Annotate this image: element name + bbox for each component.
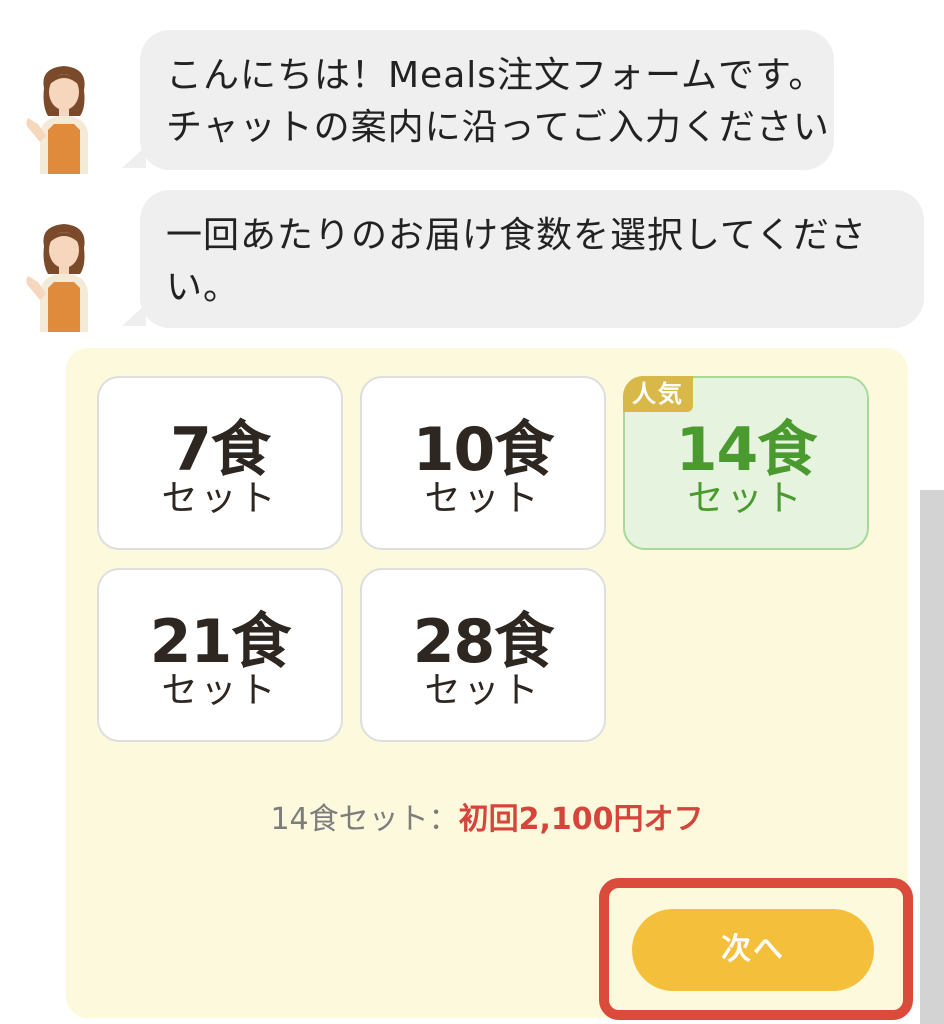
bubble-tail: [122, 304, 146, 326]
option-unit: セット: [424, 670, 542, 711]
promo-label: 14食セット：: [270, 802, 459, 837]
option-7-meal-set[interactable]: 7食 セット: [97, 376, 343, 550]
option-21-meal-set[interactable]: 21食 セット: [97, 568, 343, 742]
chat-text-line: 一回あたりのお届け食数を選択してくださ: [166, 215, 867, 256]
scrollbar[interactable]: [920, 490, 944, 1024]
bubble-tail: [122, 146, 146, 168]
promo-discount: 初回2,100円オフ: [458, 802, 704, 837]
chat-text-line: い。: [166, 267, 241, 308]
popular-badge: 人気: [623, 376, 693, 412]
option-14-meal-set[interactable]: 人気 14食 セット: [623, 376, 869, 550]
chat-message-2: 一回あたりのお届け食数を選択してくださ い。: [0, 190, 944, 332]
staff-woman-avatar-icon: [26, 224, 88, 332]
option-10-meal-set[interactable]: 10食 セット: [360, 376, 606, 550]
chat-bubble: こんにちは！Meals注文フォームです。 チャットの案内に沿ってご入力ください: [122, 30, 834, 170]
chat-text-line: チャットの案内に沿ってご入力ください: [166, 107, 830, 148]
option-28-meal-set[interactable]: 28食 セット: [360, 568, 606, 742]
option-count: 10食: [412, 415, 555, 485]
option-unit: セット: [161, 670, 279, 711]
option-count: 21食: [149, 607, 292, 677]
chat-bubble: 一回あたりのお届け食数を選択してくださ い。: [122, 190, 924, 328]
staff-woman-avatar-icon: [26, 66, 88, 174]
next-button[interactable]: 次へ: [632, 909, 874, 991]
option-unit: セット: [161, 478, 279, 519]
option-count: 28食: [412, 607, 555, 677]
chat-message-1: こんにちは！Meals注文フォームです。 チャットの案内に沿ってご入力ください: [0, 30, 944, 174]
option-count: 14食: [675, 415, 818, 485]
option-unit: セット: [687, 478, 805, 519]
promo-text: 14食セット：初回2,100円オフ: [66, 800, 908, 840]
option-unit: セット: [424, 478, 542, 519]
option-count: 7食: [170, 415, 271, 485]
chat-text-line: こんにちは！Meals注文フォームです。: [166, 55, 826, 96]
